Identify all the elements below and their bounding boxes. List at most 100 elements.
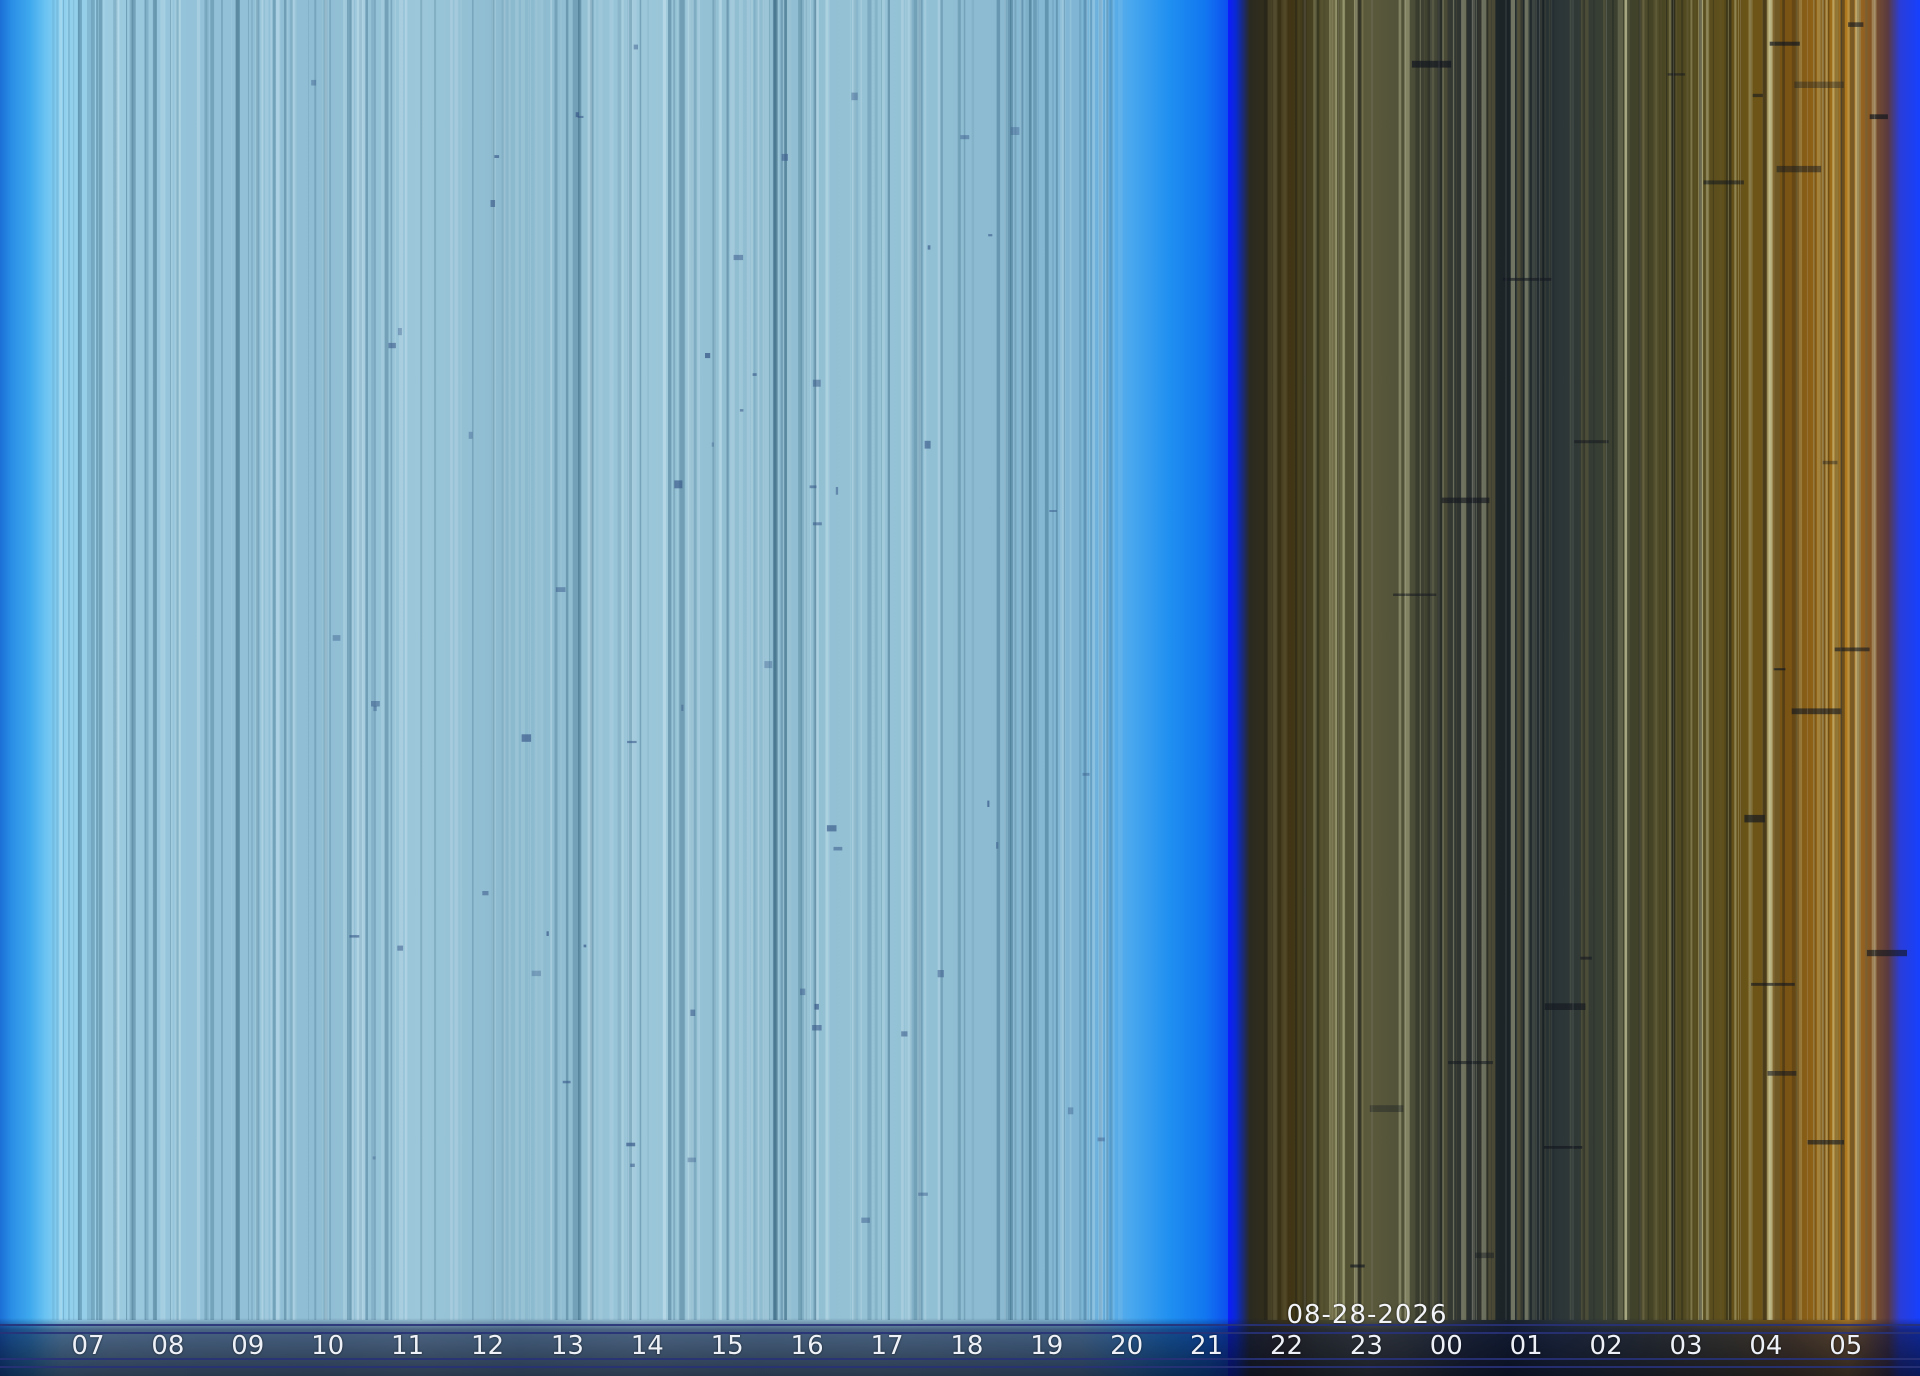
sky-mark [835,487,839,495]
hour-label-07: 07 [71,1331,105,1361]
sky-mark [349,935,360,938]
sky-mark [468,431,473,439]
day-streak [852,0,856,1320]
sky-mark [1869,114,1888,120]
day-streak [730,0,735,1320]
day-streak [126,0,128,1320]
sky-mark [1580,956,1592,960]
sky-mark [1369,1105,1404,1112]
night-streak [1653,0,1659,1320]
sky-mark [1082,772,1090,776]
sky-mark [1848,22,1864,27]
sky-mark [752,373,757,376]
day-streak [693,0,696,1320]
day-streak [753,0,756,1320]
day-streak [1063,0,1065,1320]
day-streak [131,0,136,1320]
night-streak [1325,0,1330,1320]
sky-mark [988,234,993,237]
night-streak [1295,0,1297,1320]
day-streak [550,0,552,1320]
night-streak [1857,0,1861,1320]
day-streak [68,0,70,1320]
night-streak [1693,0,1697,1320]
night-streak [1847,0,1850,1320]
night-streak [1330,0,1332,1320]
day-streak [394,0,396,1320]
day-streak [91,0,95,1320]
day-streak [804,0,809,1320]
sky-mark [1773,668,1786,671]
day-streak [617,0,622,1320]
sky-mark [1751,982,1795,986]
day-streak [221,0,223,1320]
night-streak [1871,0,1877,1320]
sky-mark [812,1025,822,1031]
day-streak [1044,0,1049,1320]
sky-mark [311,79,317,86]
day-streak [507,0,511,1320]
sky-mark [812,522,822,526]
day-streak [662,0,666,1320]
night-streak [1617,0,1624,1320]
day-streak [668,0,672,1320]
day-streak [746,0,751,1320]
day-streak [504,0,506,1320]
sky-mark [781,153,788,161]
night-streak [1850,0,1852,1320]
day-streak [1028,0,1032,1320]
sky-mark [851,92,858,101]
sky-mark [1574,440,1609,444]
night-streak [1283,0,1288,1320]
day-streak [179,0,181,1320]
day-streak [324,0,327,1320]
night-streak [1362,0,1364,1320]
night-streak [1719,0,1722,1320]
night-streak [1569,0,1572,1320]
day-streak [696,0,697,1320]
day-streak [371,0,376,1320]
sky-mark [687,1157,696,1163]
day-streak [787,0,792,1320]
sky-mark [531,970,541,977]
day-streak [472,0,474,1320]
night-streak [1702,0,1705,1320]
day-streak [1004,0,1006,1320]
sky-mark [681,704,684,711]
sky-mark [371,701,380,707]
night-streak [1690,0,1693,1320]
day-streak [1098,0,1103,1320]
sky-mark [397,328,402,336]
sky-mark [555,587,566,592]
day-streak [678,0,681,1320]
day-streak [322,0,324,1320]
night-streak [1342,0,1346,1320]
sky-mark [674,480,683,489]
day-streak [577,0,580,1320]
day-streak [689,0,694,1320]
day-streak [210,0,215,1320]
night-streak [1762,0,1767,1320]
day-streak [590,0,594,1320]
timelapse-keogram: 08-28-2026 07 08 09 10 11 12 13 14 15 16 17 18 19 20 2… [0,0,1920,1376]
hour-label-12: 12 [470,1331,505,1361]
day-streak [365,0,368,1320]
night-streak [1724,0,1727,1320]
day-streak [719,0,722,1320]
day-streak [1109,0,1113,1320]
day-streak [78,0,80,1320]
sky-mark [833,846,843,851]
day-streak [530,0,531,1320]
day-streak [1089,0,1091,1320]
day-streak [780,0,783,1320]
day-streak [1055,0,1058,1320]
day-streak [256,0,260,1320]
day-streak [762,0,765,1320]
night-streak [1263,0,1267,1320]
day-streak [680,0,685,1320]
day-streak [434,0,437,1320]
day-streak [627,0,629,1320]
day-streak [739,0,743,1320]
hour-label-18: 18 [950,1331,984,1361]
day-streak [164,0,166,1320]
